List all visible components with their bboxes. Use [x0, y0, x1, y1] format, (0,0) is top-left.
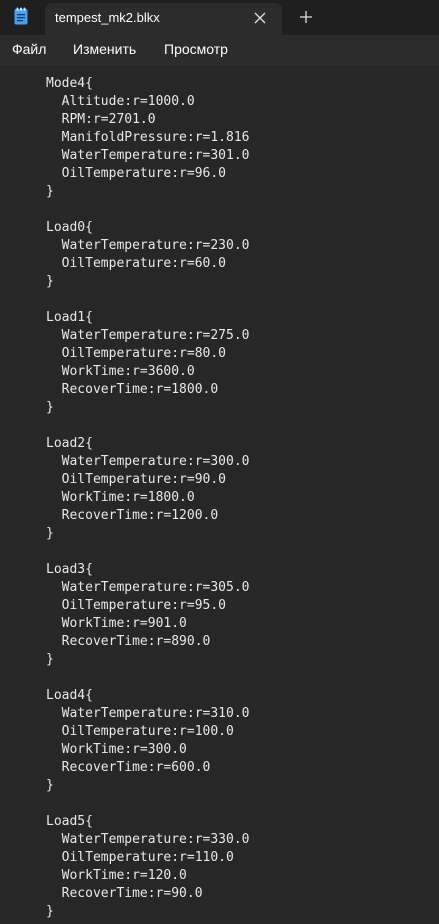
code-line: WorkTime:r=3600.0 — [46, 364, 195, 379]
code-line: Load4{ — [46, 688, 93, 703]
tab-tempest-file[interactable]: tempest_mk2.blkx — [45, 3, 282, 35]
code-line: RecoverTime:r=1800.0 — [46, 382, 219, 397]
code-line: OilTemperature:r=96.0 — [46, 166, 227, 181]
code-line: } — [46, 400, 54, 415]
code-line: WaterTemperature:r=275.0 — [46, 328, 250, 343]
code-line: Mode4{ — [46, 76, 93, 91]
code-line: Load1{ — [46, 310, 93, 325]
code-line: WorkTime:r=1800.0 — [46, 490, 195, 505]
code-line: RecoverTime:r=600.0 — [46, 760, 211, 775]
code-line: } — [46, 184, 54, 199]
code-line: RecoverTime:r=1200.0 — [46, 508, 219, 523]
title-bar: tempest_mk2.blkx — [0, 0, 439, 35]
text-editor[interactable]: Mode4{ Altitude:r=1000.0 RPM:r=2701.0 Ma… — [0, 65, 439, 924]
notepad-icon[interactable] — [14, 7, 28, 25]
code-line: Load3{ — [46, 562, 93, 577]
code-line: OilTemperature:r=60.0 — [46, 256, 227, 271]
code-line: RecoverTime:r=90.0 — [46, 886, 203, 901]
code-line: } — [46, 652, 54, 667]
menu-edit[interactable]: Изменить — [73, 41, 136, 57]
code-line: Load2{ — [46, 436, 93, 451]
close-icon[interactable] — [251, 9, 269, 27]
code-line: OilTemperature:r=90.0 — [46, 472, 227, 487]
code-line: ManifoldPressure:r=1.816 — [46, 130, 250, 145]
code-line: OilTemperature:r=100.0 — [46, 724, 234, 739]
code-line: WorkTime:r=901.0 — [46, 616, 187, 631]
code-line: } — [46, 778, 54, 793]
code-line: Altitude:r=1000.0 — [46, 94, 195, 109]
menu-file[interactable]: Файл — [12, 41, 46, 57]
code-line: WaterTemperature:r=300.0 — [46, 454, 250, 469]
code-line: WaterTemperature:r=230.0 — [46, 238, 250, 253]
code-line: Load5{ — [46, 814, 93, 829]
code-line: Load0{ — [46, 220, 93, 235]
menu-bar: Файл Изменить Просмотр — [0, 35, 439, 65]
code-line: } — [46, 904, 54, 919]
code-line: OilTemperature:r=80.0 — [46, 346, 227, 361]
code-line: WaterTemperature:r=310.0 — [46, 706, 250, 721]
code-line: RPM:r=2701.0 — [46, 112, 156, 127]
code-line: } — [46, 274, 54, 289]
plus-icon[interactable] — [297, 8, 315, 26]
code-line: WorkTime:r=300.0 — [46, 742, 187, 757]
code-line: WaterTemperature:r=301.0 — [46, 148, 250, 163]
code-line: OilTemperature:r=110.0 — [46, 850, 234, 865]
code-line: RecoverTime:r=890.0 — [46, 634, 211, 649]
code-line: WorkTime:r=120.0 — [46, 868, 187, 883]
code-line: WaterTemperature:r=305.0 — [46, 580, 250, 595]
code-line: } — [46, 526, 54, 541]
menu-view[interactable]: Просмотр — [164, 41, 228, 57]
tab-title: tempest_mk2.blkx — [55, 10, 160, 25]
code-line: WaterTemperature:r=330.0 — [46, 832, 250, 847]
code-line: OilTemperature:r=95.0 — [46, 598, 227, 613]
